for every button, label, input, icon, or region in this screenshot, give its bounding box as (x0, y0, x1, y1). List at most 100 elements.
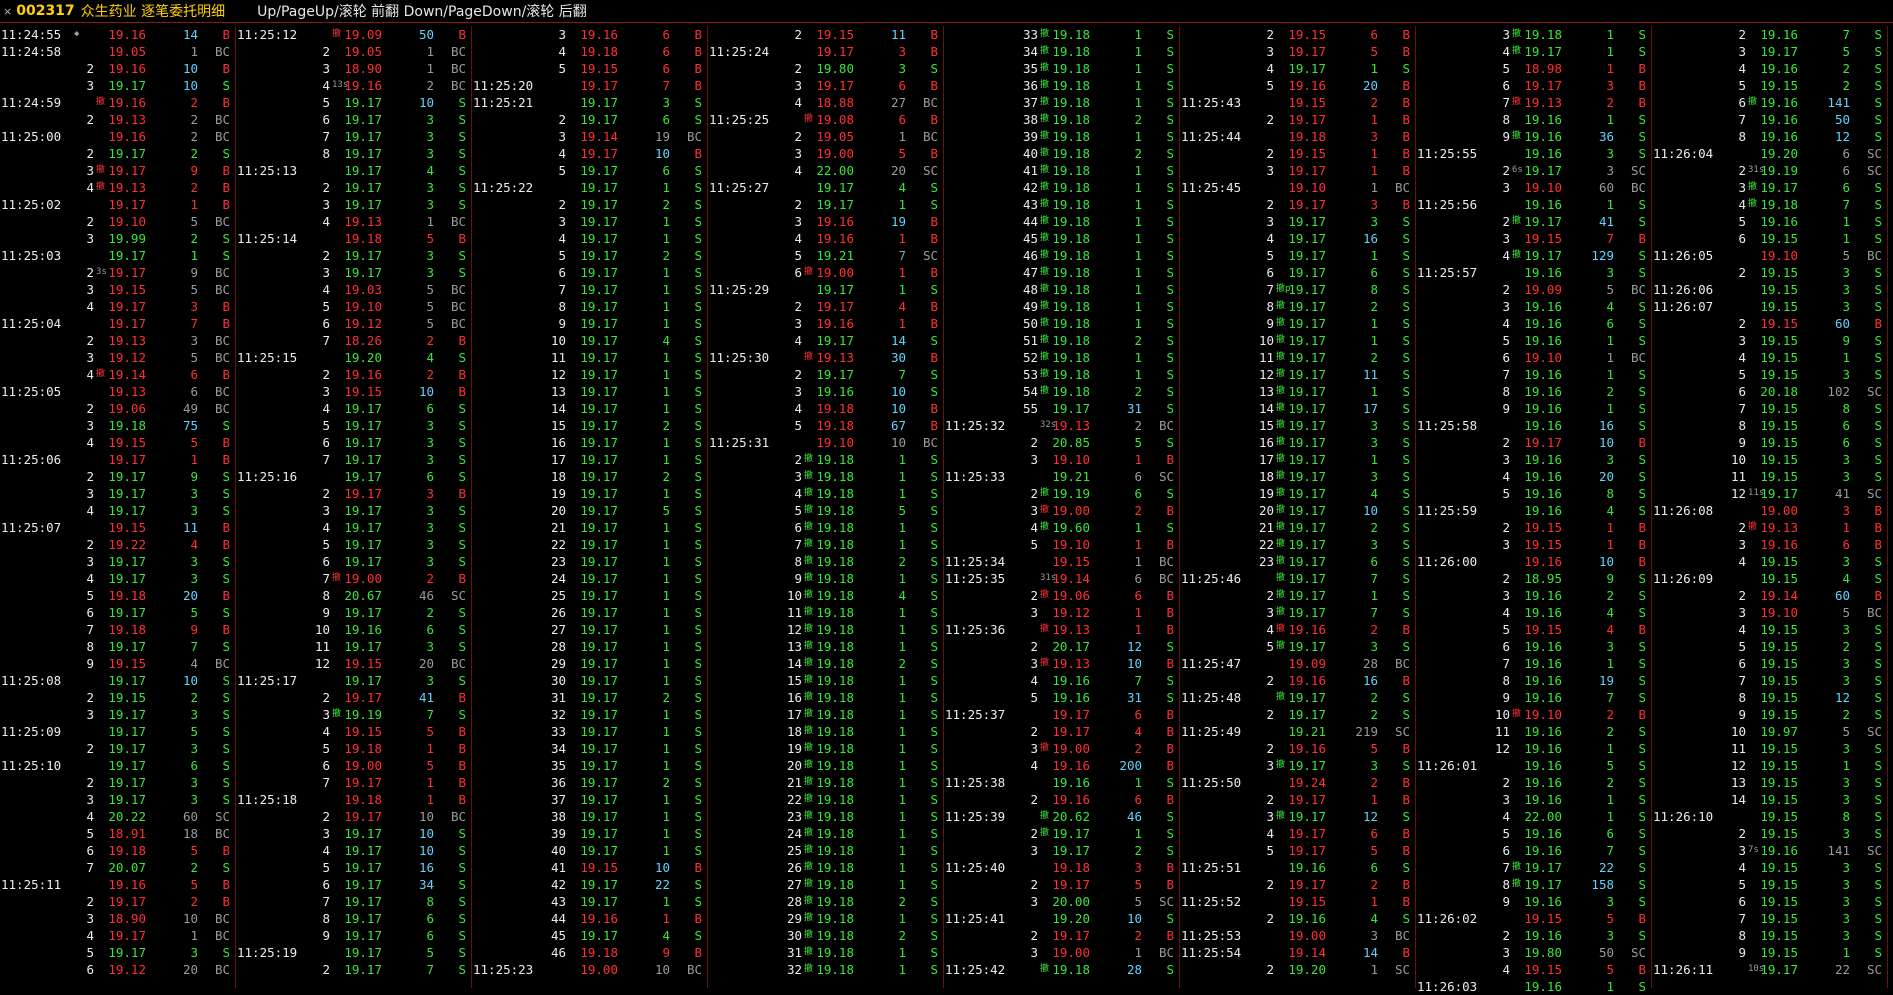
order-side: S (1166, 911, 1174, 926)
order-volume: 50 (418, 27, 434, 42)
order-price: 19.13 (1524, 95, 1562, 110)
list-item: 17 撤 19.18 1 S (708, 706, 944, 723)
order-seq: 3 (1502, 180, 1510, 195)
order-volume: 6 (426, 622, 434, 637)
order-volume: 1 (662, 554, 670, 569)
order-seq: 55 (1022, 401, 1038, 416)
order-side: B (458, 27, 466, 42)
order-price: 19.18 (816, 741, 854, 756)
list-item: 2 19.22 4 B (0, 536, 236, 553)
order-price: 19.15 (1760, 435, 1798, 450)
list-item: 11:25:43 19.15 2 B (1180, 94, 1416, 111)
close-icon[interactable]: × (3, 5, 12, 18)
order-price: 19.13 (1760, 520, 1798, 535)
list-item: 11:25:00 19.16 2 BC (0, 128, 236, 145)
order-price: 19.18 (816, 758, 854, 773)
list-item: 4 19.17 10 S (236, 842, 472, 859)
list-item: 6 撤 19.18 1 S (708, 519, 944, 536)
list-item: 44 19.16 1 B (472, 910, 708, 927)
order-seq: 21 (1258, 520, 1274, 535)
order-volume: 1 (426, 792, 434, 807)
order-side: BC (1866, 605, 1882, 620)
order-side: S (1874, 78, 1882, 93)
order-price: 19.15 (1760, 639, 1798, 654)
order-side: BC (214, 112, 230, 127)
order-volume: 1 (662, 605, 670, 620)
order-seq: 9 (1738, 435, 1746, 450)
list-item: 23 撤 19.17 6 S (1180, 553, 1416, 570)
order-price: 19.18 (816, 571, 854, 586)
order-price: 19.17 (344, 418, 382, 433)
order-price: 19.17 (580, 877, 618, 892)
order-side: B (1638, 554, 1646, 569)
list-item: 37 撤 19.18 1 S (944, 94, 1180, 111)
order-volume: 3 (1842, 877, 1850, 892)
order-price: 19.17 (816, 197, 854, 212)
order-seq: 7 (794, 537, 802, 552)
order-price: 19.17 (108, 741, 146, 756)
list-item: 4 19.13 1 BC (236, 213, 472, 230)
list-item: 31 19.17 2 S (472, 689, 708, 706)
order-seq: 4 (322, 724, 330, 739)
order-volume: 2 (190, 180, 198, 195)
order-price: 19.17 (580, 384, 618, 399)
order-seq: 39 (550, 826, 566, 841)
list-item: 11 19.17 3 S (236, 638, 472, 655)
order-side: SC (1158, 894, 1174, 909)
order-price: 19.16 (108, 877, 146, 892)
order-side: S (694, 435, 702, 450)
order-seq: 2 (1266, 588, 1274, 603)
order-volume: 3 (1842, 911, 1850, 926)
order-seq: 21 (550, 520, 566, 535)
list-item: 11 19.15 3 S (1652, 740, 1888, 757)
list-item: 4 19.16 6 S (1416, 315, 1652, 332)
order-side: BC (450, 61, 466, 76)
order-volume: 14 (1362, 945, 1378, 960)
order-volume: 10 (418, 384, 434, 399)
order-seq: 10 (1730, 724, 1746, 739)
list-item: 11:25:59 19.16 4 S (1416, 502, 1652, 519)
order-price: 19.12 (1052, 605, 1090, 620)
order-seq: 8 (1502, 112, 1510, 127)
order-time: 11:26:02 (1417, 911, 1478, 926)
list-item: 7 19.15 3 S (1652, 910, 1888, 927)
order-side: S (1638, 656, 1646, 671)
order-side: S (1874, 418, 1882, 433)
order-volume: 3 (426, 197, 434, 212)
order-volume: 3 (1606, 452, 1614, 467)
list-item: 20 19.17 5 S (472, 502, 708, 519)
order-volume: 2 (190, 860, 198, 875)
order-price: 18.91 (108, 826, 146, 841)
order-side: SC (1394, 962, 1410, 977)
order-side: S (694, 622, 702, 637)
order-seq: 5 (86, 588, 94, 603)
order-side: S (1402, 61, 1410, 76)
order-seq: 16 (550, 435, 566, 450)
order-side: S (694, 112, 702, 127)
order-side: S (1166, 231, 1174, 246)
order-seq: 3 (558, 214, 566, 229)
list-item: 2 19.15 1 B (1180, 145, 1416, 162)
list-item: 11:26:07 19.15 3 S (1652, 298, 1888, 315)
order-volume: 1 (662, 180, 670, 195)
order-volume: 1 (1606, 792, 1614, 807)
list-item: 11:25:07 19.15 11 B (0, 519, 236, 536)
list-item: 45 19.17 4 S (472, 927, 708, 944)
order-price: 19.16 (1524, 554, 1562, 569)
order-time: 11:26:03 (1417, 979, 1478, 994)
order-seq: 47 (1022, 265, 1038, 280)
order-price: 19.16 (1052, 775, 1090, 790)
order-side: SC (1630, 945, 1646, 960)
order-seq: 12 (1494, 741, 1510, 756)
order-price: 19.17 (344, 877, 382, 892)
list-item: 10 19.15 3 S (1652, 451, 1888, 468)
order-price: 19.16 (816, 316, 854, 331)
order-time: 11:25:56 (1417, 197, 1478, 212)
list-item: 10 19.17 4 S (472, 332, 708, 349)
order-side: S (1874, 554, 1882, 569)
order-volume: 2 (1134, 741, 1142, 756)
order-price: 19.16 (1524, 265, 1562, 280)
list-item: 14 撤 19.17 17 S (1180, 400, 1416, 417)
list-item: 3 19.16 1 B (708, 315, 944, 332)
order-side: SC (1866, 962, 1882, 977)
